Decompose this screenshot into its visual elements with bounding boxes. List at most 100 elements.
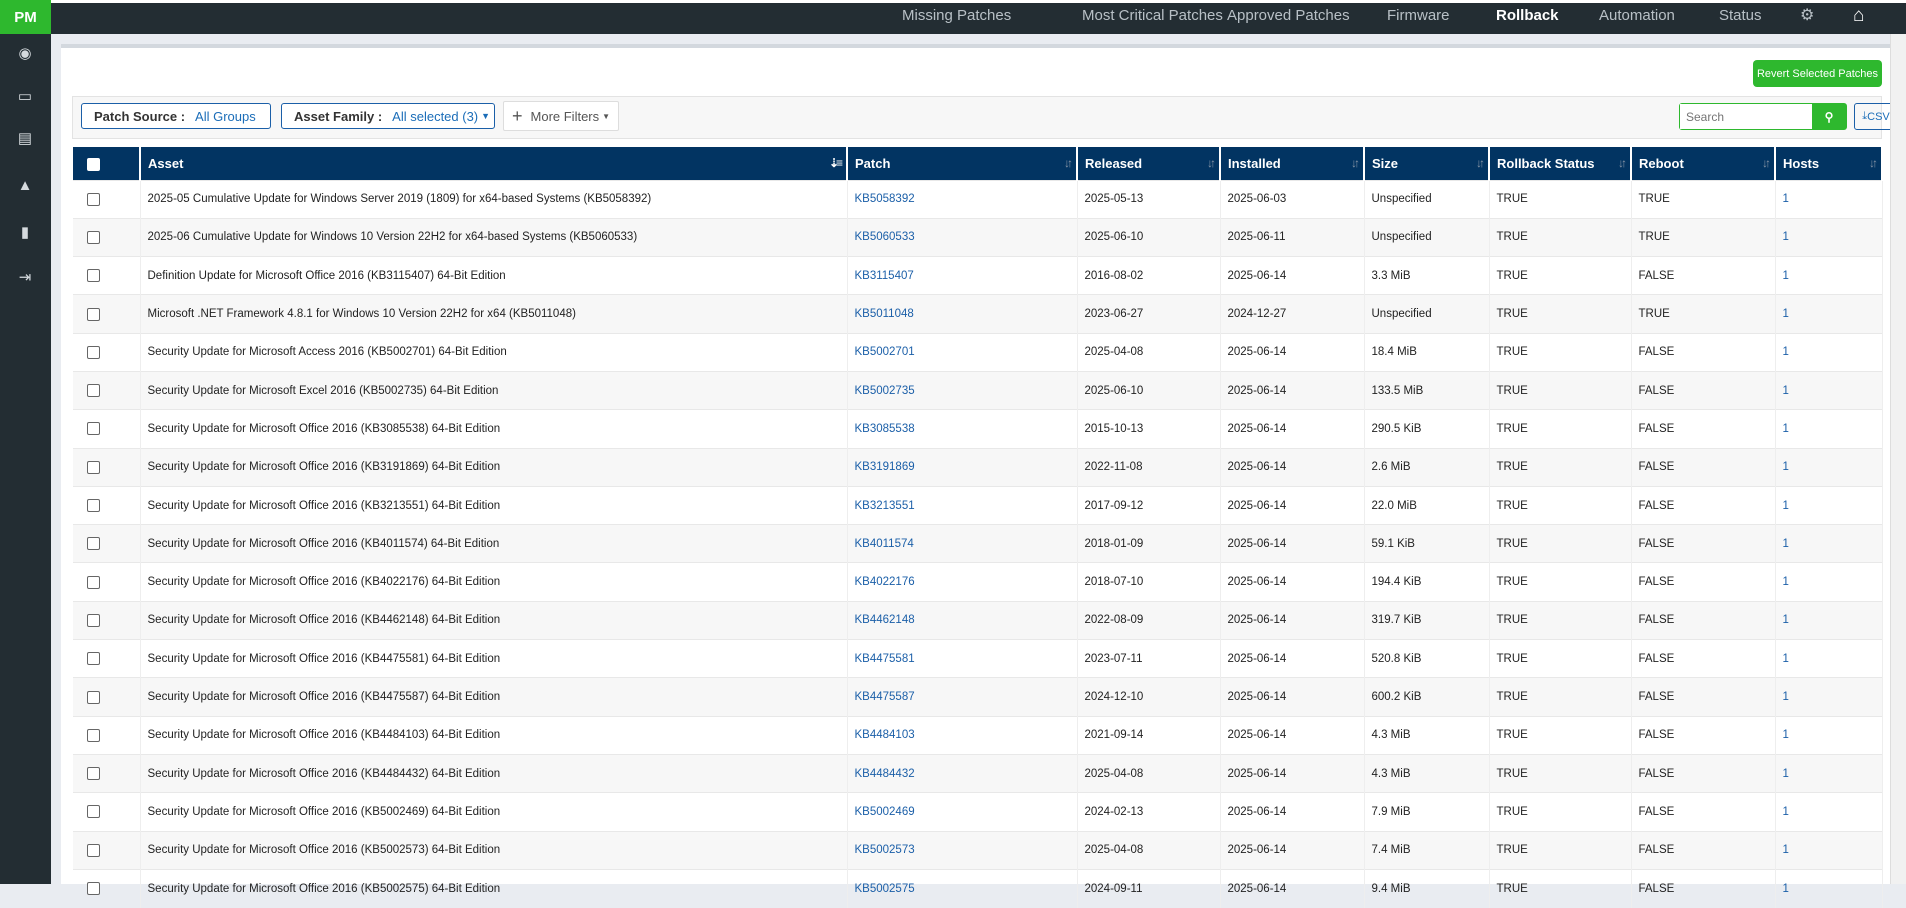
sort-icon[interactable]: ↓↑	[1351, 156, 1360, 170]
cell-patch[interactable]: KB4484103	[847, 715, 1078, 755]
sort-icon[interactable]: ↓↑	[1064, 156, 1073, 170]
cell-hosts[interactable]: 1	[1775, 830, 1883, 870]
table-row: Security Update for Microsoft Office 201…	[73, 868, 1883, 908]
nav-approved-patches[interactable]: Approved Patches	[1227, 0, 1350, 31]
cell-hosts[interactable]: 1	[1775, 715, 1883, 755]
row-checkbox[interactable]	[87, 575, 100, 589]
row-checkbox[interactable]	[87, 728, 100, 742]
cell-patch[interactable]: KB4011574	[847, 524, 1078, 563]
asset-family-filter[interactable]: Asset Family : All selected (3) ▼	[281, 103, 495, 129]
cell-asset: Security Update for Microsoft Office 201…	[140, 715, 848, 755]
row-checkbox[interactable]	[87, 345, 100, 359]
cell-patch[interactable]: KB3191869	[847, 447, 1078, 487]
sort-icon[interactable]: ⇣≡	[829, 156, 843, 170]
column-header-hosts[interactable]: Hosts ↓↑	[1775, 147, 1883, 180]
nav-missing-patches[interactable]: Missing Patches	[902, 0, 1011, 31]
cell-patch[interactable]: KB3085538	[847, 409, 1078, 449]
column-header-installed[interactable]: Installed ↓↑	[1220, 147, 1365, 180]
sort-icon[interactable]: ↓↑	[1476, 156, 1485, 170]
select-all-checkbox[interactable]	[87, 157, 100, 171]
cell-patch[interactable]: KB5058392	[847, 179, 1078, 219]
warning-icon[interactable]: ▲	[13, 173, 37, 197]
cell-hosts[interactable]: 1	[1775, 600, 1883, 640]
nav-most-critical-patches[interactable]: Most Critical Patches	[1082, 0, 1223, 31]
home-icon[interactable]: ⌂	[1853, 0, 1864, 31]
cell-patch[interactable]: KB3115407	[847, 256, 1078, 295]
row-checkbox[interactable]	[87, 192, 100, 206]
cell-hosts[interactable]: 1	[1775, 753, 1883, 793]
cell-hosts[interactable]: 1	[1775, 370, 1883, 410]
monitor-icon[interactable]: ▭	[13, 84, 37, 108]
cell-hosts[interactable]: 1	[1775, 524, 1883, 563]
search-button[interactable]: ⚲	[1812, 104, 1846, 129]
cell-hosts[interactable]: 1	[1775, 677, 1883, 717]
search-input[interactable]	[1680, 104, 1812, 129]
row-checkbox[interactable]	[87, 269, 100, 283]
row-checkbox[interactable]	[87, 384, 100, 398]
row-checkbox[interactable]	[87, 460, 100, 474]
row-checkbox[interactable]	[87, 882, 100, 896]
sort-icon[interactable]: ↓↑	[1762, 156, 1771, 170]
row-checkbox[interactable]	[87, 690, 100, 704]
row-checkbox[interactable]	[87, 843, 100, 857]
logout-icon[interactable]: ⇥	[13, 265, 37, 289]
eye-icon[interactable]: ◉	[13, 41, 37, 65]
cell-hosts[interactable]: 1	[1775, 639, 1883, 678]
cell-patch[interactable]: KB4475581	[847, 639, 1078, 678]
cell-patch[interactable]: KB4462148	[847, 600, 1078, 640]
patch-source-filter[interactable]: Patch Source : All Groups	[81, 103, 271, 129]
column-header-size[interactable]: Size ↓↑	[1364, 147, 1490, 180]
cell-patch[interactable]: KB5002573	[847, 830, 1078, 870]
row-checkbox[interactable]	[87, 499, 100, 513]
row-checkbox[interactable]	[87, 537, 100, 551]
sort-icon[interactable]: ↓↑	[1618, 156, 1627, 170]
cell-hosts[interactable]: 1	[1775, 256, 1883, 295]
nav-status[interactable]: Status	[1719, 0, 1762, 31]
cell-hosts[interactable]: 1	[1775, 409, 1883, 449]
nav-automation[interactable]: Automation	[1599, 0, 1675, 31]
page-scrollbar[interactable]	[1890, 34, 1906, 884]
revert-selected-patches-button[interactable]: Revert Selected Patches	[1753, 60, 1882, 87]
cell-hosts[interactable]: 1	[1775, 792, 1883, 832]
column-header-patch[interactable]: Patch ↓↑	[847, 147, 1078, 180]
row-checkbox[interactable]	[87, 307, 100, 321]
row-checkbox[interactable]	[87, 805, 100, 819]
app-logo[interactable]: PM	[0, 0, 51, 34]
book-icon[interactable]: ▮	[13, 220, 37, 244]
list-icon[interactable]: ▤	[13, 126, 37, 150]
cell-hosts[interactable]: 1	[1775, 217, 1883, 257]
row-checkbox[interactable]	[87, 422, 100, 436]
cell-patch[interactable]: KB5002701	[847, 332, 1078, 372]
row-checkbox[interactable]	[87, 230, 100, 244]
cell-hosts[interactable]: 1	[1775, 332, 1883, 372]
cell-hosts[interactable]: 1	[1775, 868, 1883, 908]
sort-icon[interactable]: ↓↑	[1869, 156, 1878, 170]
cell-hosts[interactable]: 1	[1775, 294, 1883, 334]
cell-hosts[interactable]: 1	[1775, 562, 1883, 602]
cell-hosts[interactable]: 1	[1775, 179, 1883, 219]
gear-icon[interactable]: ⚙	[1800, 0, 1814, 31]
row-checkbox[interactable]	[87, 613, 100, 627]
nav-firmware[interactable]: Firmware	[1387, 0, 1450, 31]
cell-hosts[interactable]: 1	[1775, 485, 1883, 525]
cell-patch[interactable]: KB5002575	[847, 868, 1078, 908]
cell-rollback-status: TRUE	[1489, 868, 1632, 908]
row-checkbox[interactable]	[87, 767, 100, 781]
sort-icon[interactable]: ↓↑	[1207, 156, 1216, 170]
cell-patch[interactable]: KB4484432	[847, 753, 1078, 793]
cell-patch[interactable]: KB5002469	[847, 792, 1078, 832]
column-header-asset[interactable]: Asset ⇣≡	[140, 147, 848, 180]
column-header-reboot[interactable]: Reboot ↓↑	[1631, 147, 1776, 180]
cell-patch[interactable]: KB5011048	[847, 294, 1078, 334]
cell-patch[interactable]: KB4022176	[847, 562, 1078, 602]
cell-patch[interactable]: KB5002735	[847, 370, 1078, 410]
row-checkbox[interactable]	[87, 652, 100, 666]
cell-patch[interactable]: KB3213551	[847, 485, 1078, 525]
more-filters-button[interactable]: + More Filters ▼	[503, 101, 620, 131]
cell-patch[interactable]: KB5060533	[847, 217, 1078, 257]
cell-patch[interactable]: KB4475587	[847, 677, 1078, 717]
column-header-released[interactable]: Released ↓↑	[1077, 147, 1221, 180]
cell-hosts[interactable]: 1	[1775, 447, 1883, 487]
column-header-rollback-status[interactable]: Rollback Status ↓↑	[1489, 147, 1632, 180]
nav-rollback[interactable]: Rollback	[1496, 0, 1559, 31]
